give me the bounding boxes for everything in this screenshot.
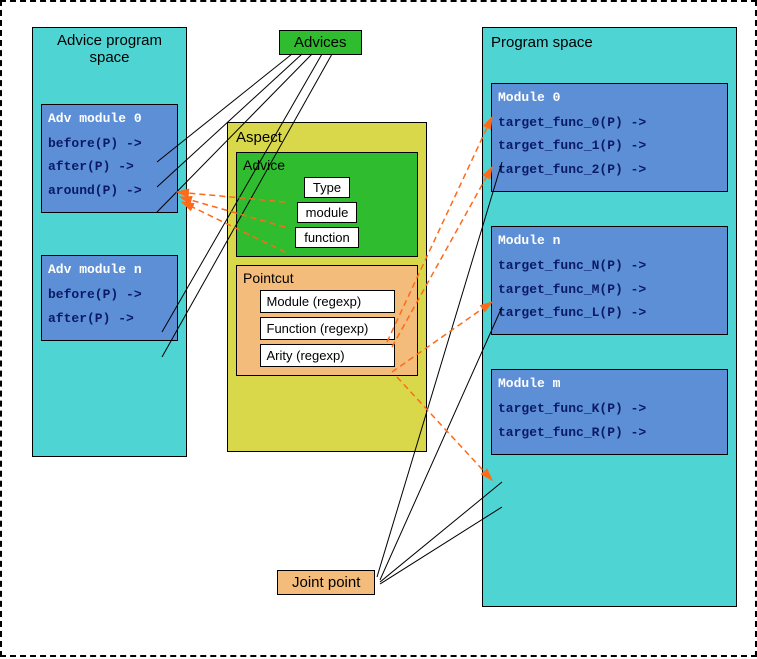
advice-box-title: Advice: [243, 157, 411, 173]
diagram-canvas: Advice program space Adv module 0 before…: [0, 0, 757, 657]
adv-module-n-line-0: before(P) ->: [48, 283, 171, 306]
prog-module-n-line-1: target_func_M(P) ->: [498, 278, 721, 301]
prog-module-0-line-1: target_func_1(P) ->: [498, 134, 721, 157]
advice-box: Advice Type module function: [236, 152, 418, 257]
prog-module-0-title: Module 0: [498, 90, 721, 105]
prog-module-m-line-1: target_func_R(P) ->: [498, 421, 721, 444]
pointcut-box-title: Pointcut: [243, 270, 411, 286]
prog-module-n-line-2: target_func_L(P) ->: [498, 301, 721, 324]
advice-item-module: module: [297, 202, 358, 223]
aspect-title: Aspect: [228, 123, 426, 152]
pointcut-item-module: Module (regexp): [260, 290, 395, 313]
joint-point-label: Joint point: [277, 570, 375, 595]
adv-module-n: Adv module n before(P) -> after(P) ->: [41, 255, 178, 341]
prog-module-0-line-2: target_func_2(P) ->: [498, 158, 721, 181]
advice-item-function: function: [295, 227, 359, 248]
prog-module-0-line-0: target_func_0(P) ->: [498, 111, 721, 134]
adv-module-0-line-0: before(P) ->: [48, 132, 171, 155]
program-space-title: Program space: [483, 28, 736, 57]
prog-module-0: Module 0 target_func_0(P) -> target_func…: [491, 83, 728, 192]
program-space: Program space Module 0 target_func_0(P) …: [482, 27, 737, 607]
prog-module-n-line-0: target_func_N(P) ->: [498, 254, 721, 277]
adv-module-0-line-2: around(P) ->: [48, 179, 171, 202]
adv-module-0-line-1: after(P) ->: [48, 155, 171, 178]
advices-label: Advices: [279, 30, 362, 55]
pointcut-box: Pointcut Module (regexp) Function (regex…: [236, 265, 418, 376]
aspect-box: Aspect Advice Type module function Point…: [227, 122, 427, 452]
prog-module-n: Module n target_func_N(P) -> target_func…: [491, 226, 728, 335]
pointcut-item-arity: Arity (regexp): [260, 344, 395, 367]
prog-module-m-title: Module m: [498, 376, 721, 391]
prog-module-m: Module m target_func_K(P) -> target_func…: [491, 369, 728, 455]
adv-module-0-title: Adv module 0: [48, 111, 171, 126]
adv-module-0: Adv module 0 before(P) -> after(P) -> ar…: [41, 104, 178, 213]
advice-program-space-title: Advice program space: [33, 28, 186, 70]
prog-module-m-line-0: target_func_K(P) ->: [498, 397, 721, 420]
prog-module-n-title: Module n: [498, 233, 721, 248]
advice-program-space: Advice program space Adv module 0 before…: [32, 27, 187, 457]
advice-item-type: Type: [304, 177, 350, 198]
adv-module-n-title: Adv module n: [48, 262, 171, 277]
adv-module-n-line-1: after(P) ->: [48, 307, 171, 330]
pointcut-item-function: Function (regexp): [260, 317, 395, 340]
